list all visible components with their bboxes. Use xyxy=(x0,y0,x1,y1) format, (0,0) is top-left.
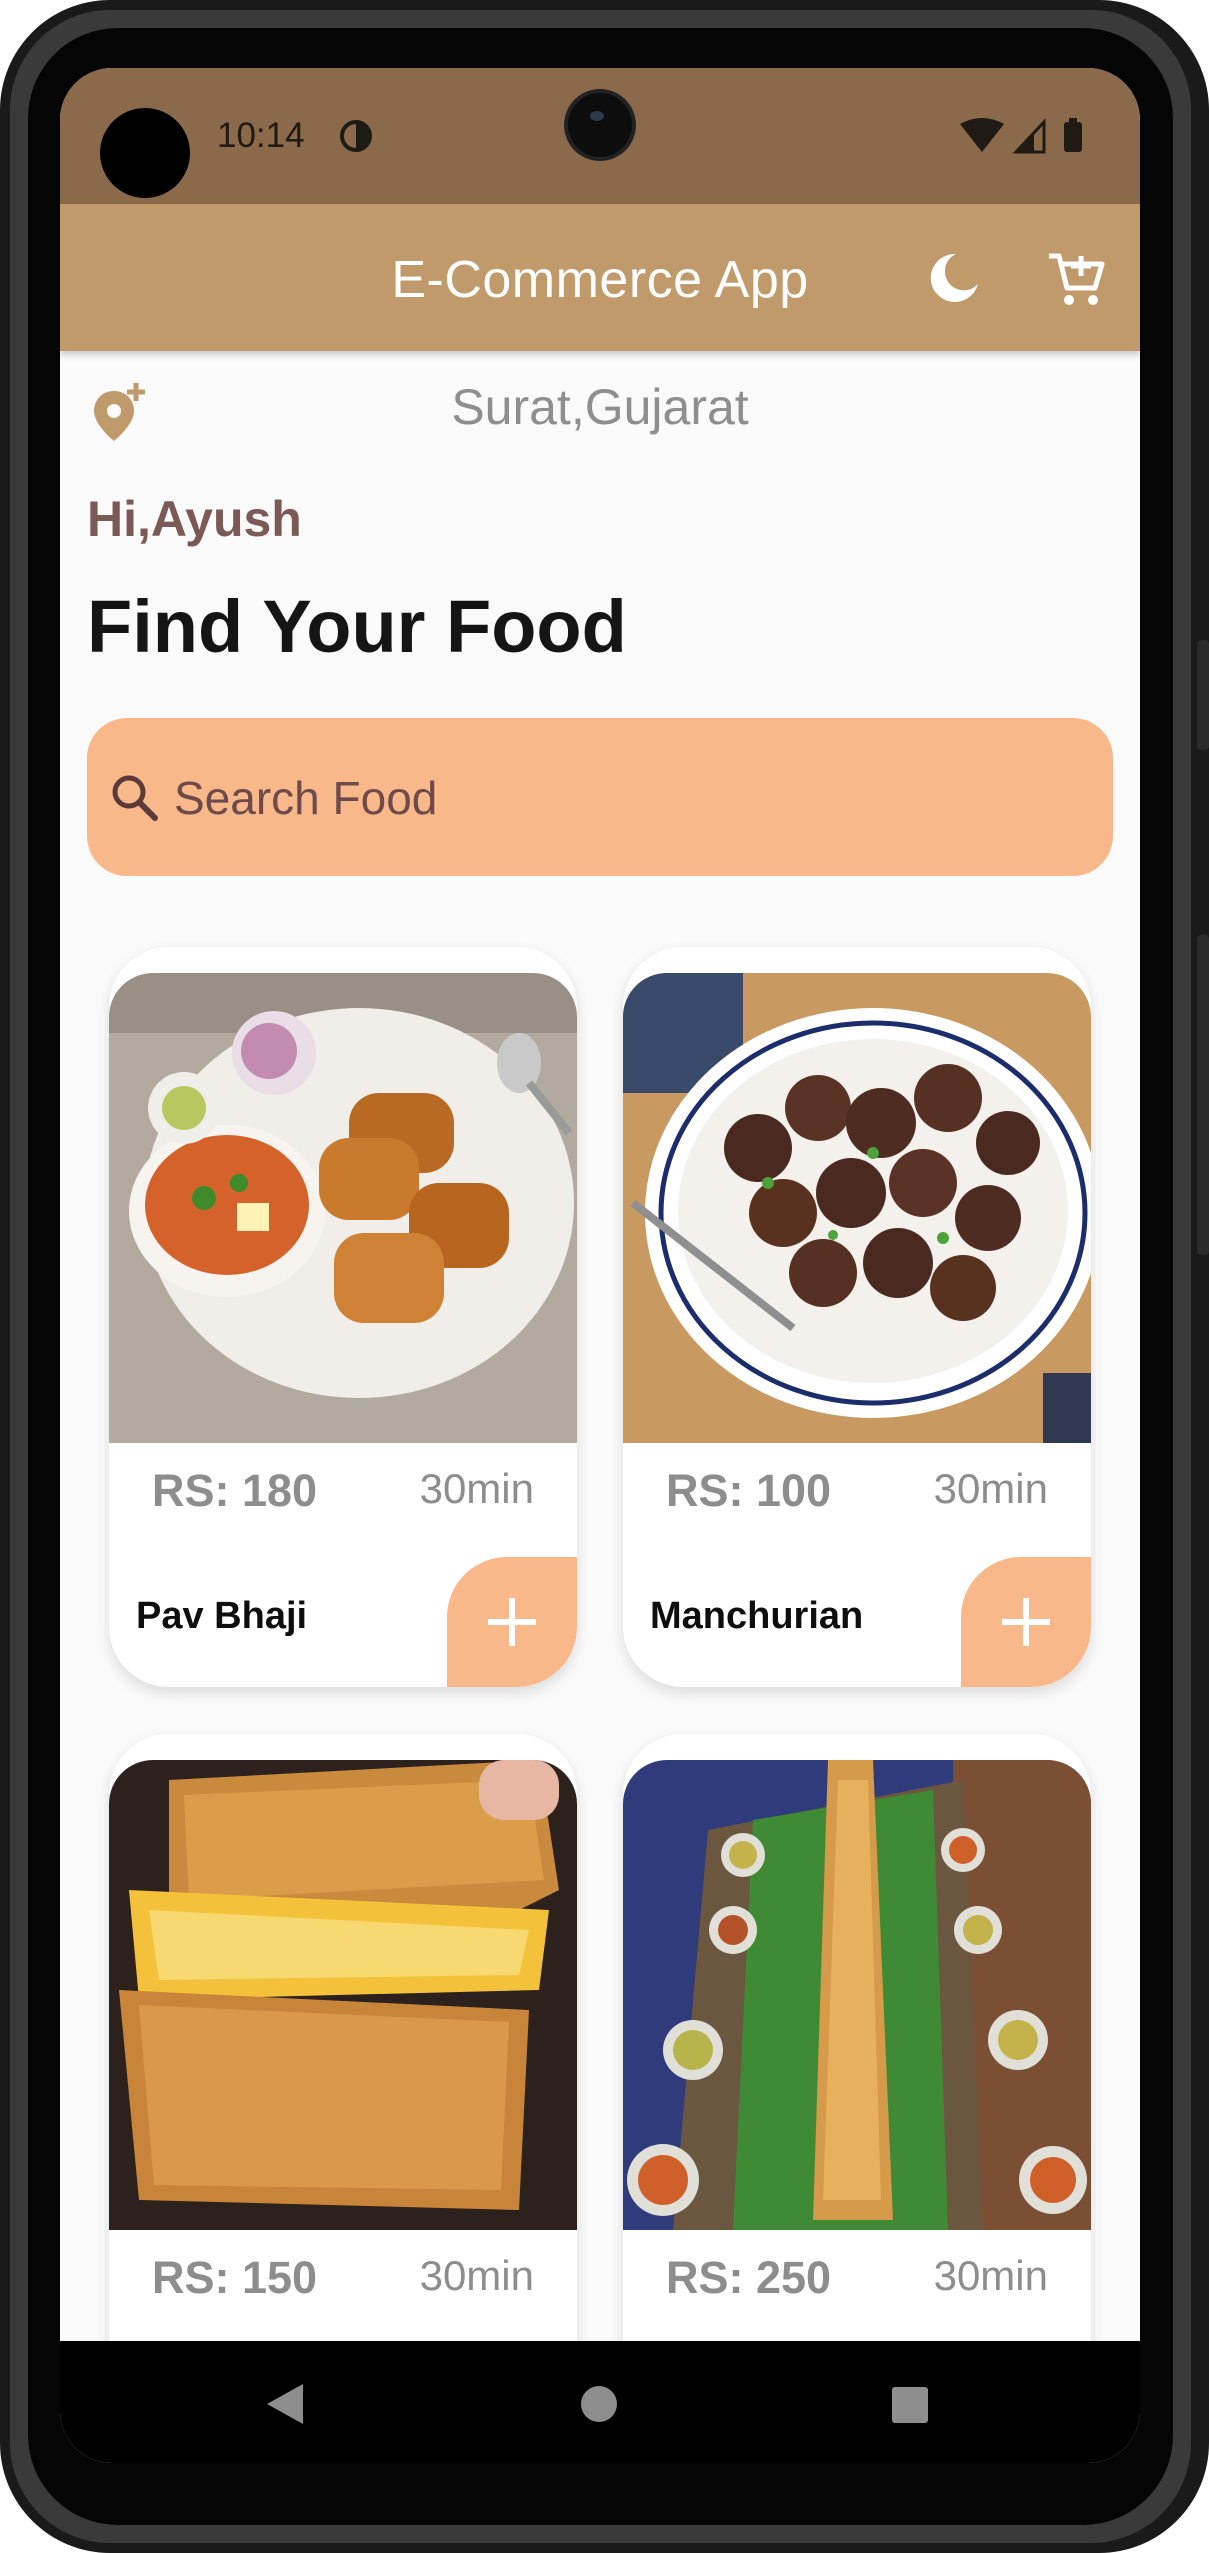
app-bar: E-Commerce App xyxy=(60,204,1140,351)
system-nav-bar xyxy=(60,2341,1140,2463)
food-time: 30min xyxy=(419,1465,534,1512)
cart-icon[interactable] xyxy=(1047,250,1107,310)
food-card-manchurian[interactable]: RS: 100 30min Manchurian xyxy=(623,947,1091,1687)
search-icon xyxy=(112,775,158,821)
greeting-text: Hi,Ayush xyxy=(87,491,302,547)
home-icon[interactable] xyxy=(579,2384,619,2424)
add-to-cart-button[interactable] xyxy=(447,1557,577,1687)
food-price: RS: 100 xyxy=(666,1465,832,1516)
camera-ring xyxy=(100,108,190,198)
search-bar[interactable] xyxy=(87,718,1113,878)
add-to-cart-button[interactable] xyxy=(961,1557,1091,1687)
food-image-pav-bhaji[interactable] xyxy=(109,973,577,1443)
wifi-icon xyxy=(960,118,1004,152)
food-time: 30min xyxy=(419,2252,534,2299)
back-icon[interactable] xyxy=(265,2382,305,2426)
food-price: RS: 250 xyxy=(666,2252,832,2303)
food-card-pav-bhaji[interactable]: RS: 180 30min Pav Bhaji xyxy=(109,947,577,1687)
moon-icon[interactable] xyxy=(926,250,982,306)
screen: 10:14 E-Commerce App Surat,Gujarat Hi,Ay… xyxy=(60,68,1140,2463)
front-camera xyxy=(568,93,632,157)
food-time: 30min xyxy=(933,2252,1048,2299)
page-title: Find Your Food xyxy=(87,585,627,668)
plus-icon xyxy=(1002,1598,1050,1646)
food-image-dosa[interactable] xyxy=(623,1760,1091,2230)
food-image-sandwich[interactable] xyxy=(109,1760,577,2230)
recents-icon[interactable] xyxy=(891,2386,929,2424)
search-input[interactable] xyxy=(172,718,1076,878)
status-time: 10:14 xyxy=(217,116,305,155)
food-time: 30min xyxy=(933,1465,1048,1512)
food-price: RS: 180 xyxy=(152,1465,318,1516)
battery-icon xyxy=(1064,122,1082,152)
status-bar: 10:14 xyxy=(60,68,1140,204)
power-button xyxy=(1197,935,1209,1255)
status-icons xyxy=(960,118,1082,154)
food-image-manchurian[interactable] xyxy=(623,973,1091,1443)
location-label: Surat,Gujarat xyxy=(451,379,749,435)
data-saver-icon xyxy=(340,120,372,152)
plus-icon xyxy=(488,1598,536,1646)
volume-button xyxy=(1197,640,1209,750)
food-name: Pav Bhaji xyxy=(136,1595,308,1637)
food-name: Manchurian xyxy=(650,1595,864,1637)
food-price: RS: 150 xyxy=(152,2252,318,2303)
